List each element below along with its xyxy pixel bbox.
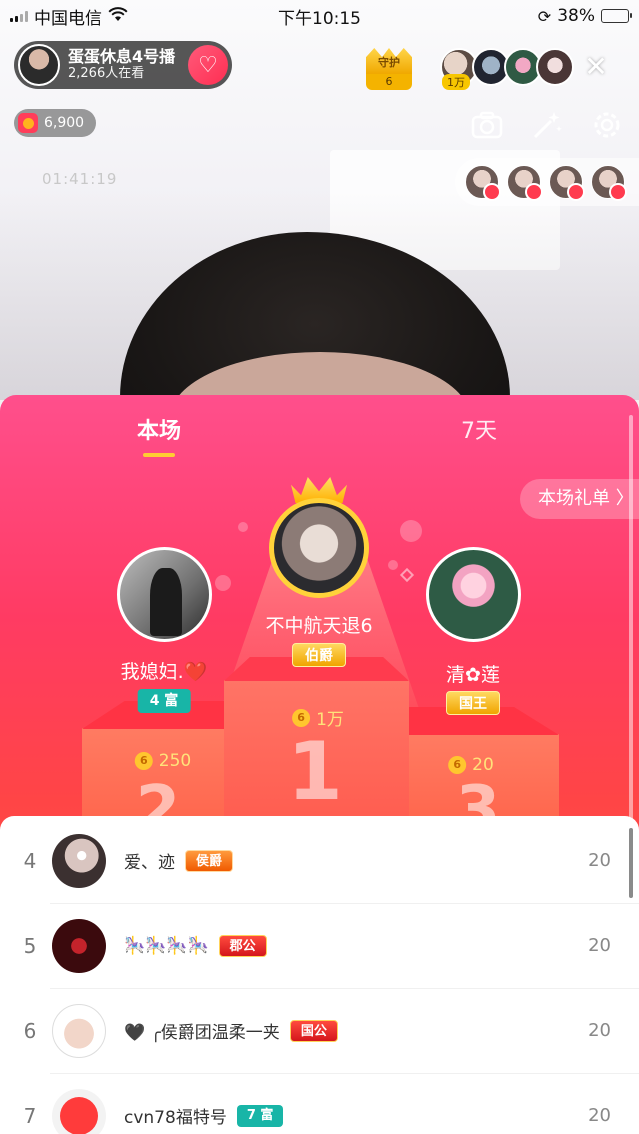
decor-bubble: [215, 575, 231, 591]
row-rich-badge: 7 富: [236, 1104, 284, 1127]
guardian-avatar[interactable]: [507, 165, 543, 201]
tab-7-days[interactable]: 7天: [461, 413, 497, 445]
row-username: 🖤 ╭侯爵团温柔一夹: [124, 1023, 280, 1043]
list-item[interactable]: 6 🖤 ╭侯爵团温柔一夹 国公 20: [0, 988, 639, 1073]
row-username: 🎠🎠🎠🎠: [124, 935, 209, 956]
coin-icon: 6: [134, 752, 153, 770]
host-name: 蛋蛋休息4号播: [68, 47, 176, 67]
stream-tools: [470, 108, 624, 142]
guardian-strip[interactable]: [455, 158, 639, 206]
third-place-badge: 国王: [446, 691, 500, 715]
status-bar: 中国电信 下午10:15 ⟳ 38%: [0, 0, 639, 32]
row-avatar[interactable]: [52, 1003, 106, 1058]
podium-score-2: 6 250: [134, 751, 192, 771]
third-place-name[interactable]: 清✿莲: [446, 660, 500, 687]
status-right: ⟳ 38%: [537, 6, 632, 26]
row-username: cvn78福特号: [124, 1108, 227, 1128]
row-score: 20: [588, 1105, 611, 1126]
host-info-pill[interactable]: 蛋蛋休息4号播 2,266人在看 ♡: [14, 41, 232, 89]
row-rank: 5: [23, 933, 37, 958]
gift-list-button[interactable]: 本场礼单 〉: [520, 479, 639, 519]
rotation-lock-icon: ⟳: [537, 6, 552, 26]
close-icon: ✕: [584, 50, 608, 83]
avatar-emoji-icon: [60, 1096, 98, 1134]
leaderboard-tabs: 本场 7天: [0, 413, 639, 457]
first-place-name[interactable]: 不中航天退6: [265, 611, 372, 638]
battery-icon: [601, 9, 632, 23]
third-place-avatar[interactable]: [426, 547, 521, 642]
list-item[interactable]: 7 cvn78福特号 7 富 20: [0, 1073, 639, 1134]
heart-plus-icon: ♡: [198, 52, 218, 78]
row-score: 20: [588, 850, 611, 871]
decor-bubble: [238, 522, 248, 532]
guard-label: 守护: [366, 48, 412, 74]
coin-icon: 6: [448, 756, 467, 774]
magic-wand-icon[interactable]: [530, 108, 564, 142]
signal-icon: [10, 10, 28, 22]
row-avatar[interactable]: [52, 1088, 106, 1134]
row-score: 20: [588, 935, 611, 956]
row-noble-badge: 郡公: [218, 934, 267, 957]
guard-count: 6: [366, 74, 412, 90]
row-score: 20: [588, 1020, 611, 1041]
tab-current-session[interactable]: 本场: [137, 413, 181, 457]
second-place-name[interactable]: 我媳妇.❤️: [121, 657, 208, 684]
guardian-avatar[interactable]: [591, 165, 627, 201]
score-value: 250: [158, 751, 192, 771]
camera-flip-icon[interactable]: [470, 108, 504, 142]
clock-label: 下午10:15: [278, 8, 361, 29]
list-item[interactable]: 5 🎠🎠🎠🎠 郡公 20: [0, 903, 639, 988]
row-rank: 7: [23, 1103, 37, 1128]
audience-avatar[interactable]: [536, 48, 574, 86]
follow-button[interactable]: ♡: [188, 45, 228, 85]
rank-list[interactable]: 4 爱、迹 侯爵 20 5 🎠🎠🎠🎠 郡公 20 6 🖤 ╭侯爵团温柔一夹 国公…: [0, 816, 639, 1134]
guardian-avatar[interactable]: [465, 165, 501, 201]
podium-score-3: 6 20: [448, 755, 494, 775]
audience-avatars[interactable]: 1万: [440, 48, 574, 90]
coin-amount: 6,900: [44, 115, 85, 131]
status-left: 中国电信: [10, 4, 128, 29]
coin-icon: [18, 113, 38, 133]
live-timer: 01:41:19: [42, 170, 118, 188]
first-place-avatar[interactable]: [269, 498, 369, 598]
carrier-label: 中国电信: [34, 8, 102, 29]
row-noble-badge: 国公: [289, 1019, 338, 1042]
guardian-avatar[interactable]: [549, 165, 585, 201]
podium-score-1: 6 1万: [292, 705, 344, 730]
host-info: 蛋蛋休息4号播 2,266人在看: [68, 47, 188, 81]
close-button[interactable]: ✕: [580, 52, 612, 84]
first-place-badge: 伯爵: [292, 643, 346, 667]
coin-icon: 6: [292, 708, 311, 727]
wifi-icon: [108, 6, 128, 26]
guard-badge[interactable]: 守护 6: [366, 48, 412, 90]
decor-diamond: [399, 567, 415, 583]
score-value: 1万: [316, 710, 344, 730]
row-username: 爱、迹: [124, 853, 175, 873]
score-value: 20: [472, 755, 494, 775]
coin-balance[interactable]: 6,900: [14, 109, 97, 137]
list-item[interactable]: 4 爱、迹 侯爵 20: [0, 818, 639, 903]
second-place-avatar[interactable]: [117, 547, 212, 642]
host-avatar[interactable]: [18, 44, 60, 86]
battery-percent: 38%: [557, 6, 595, 26]
row-avatar[interactable]: [52, 833, 106, 888]
viewer-count: 2,266人在看: [68, 65, 145, 81]
row-rank: 6: [23, 1018, 37, 1043]
decor-bubble: [388, 560, 398, 570]
podium-rank-1: 1: [287, 725, 343, 818]
row-avatar[interactable]: [52, 918, 106, 973]
second-place-badge: 4 富: [137, 689, 191, 713]
decor-bubble: [400, 520, 422, 542]
audience-contribution-tag: 1万: [442, 74, 470, 90]
row-rank: 4: [23, 848, 37, 873]
settings-icon[interactable]: [590, 108, 624, 142]
row-noble-badge: 侯爵: [185, 849, 234, 872]
